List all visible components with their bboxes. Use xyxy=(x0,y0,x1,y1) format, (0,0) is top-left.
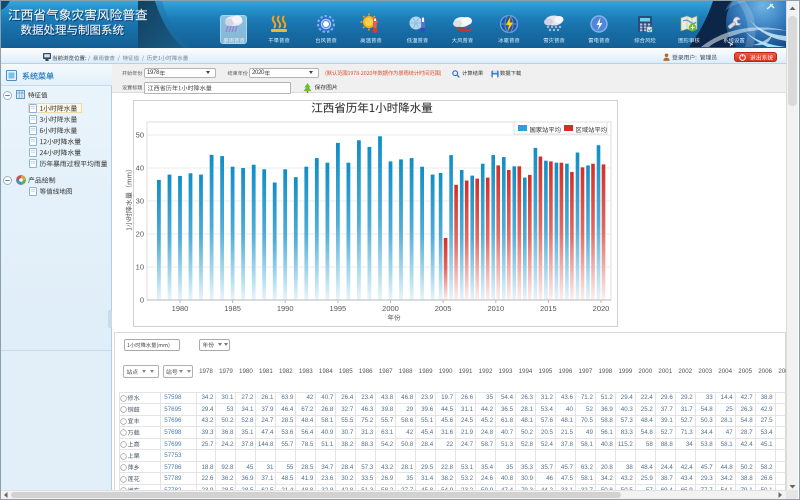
svg-text:50: 50 xyxy=(136,131,144,140)
svg-text:2015: 2015 xyxy=(540,304,557,313)
svg-text:20: 20 xyxy=(136,230,144,239)
svg-text:1985: 1985 xyxy=(224,304,241,313)
svg-text:2000: 2000 xyxy=(382,304,399,313)
svg-text:2020: 2020 xyxy=(593,304,610,313)
svg-text:10: 10 xyxy=(136,263,144,272)
svg-text:1980: 1980 xyxy=(172,304,189,313)
svg-text:2010: 2010 xyxy=(487,304,504,313)
svg-text:1990: 1990 xyxy=(277,304,294,313)
svg-text:1995: 1995 xyxy=(330,304,347,313)
svg-text:40: 40 xyxy=(136,164,144,173)
svg-text:2005: 2005 xyxy=(435,304,452,313)
svg-text:0: 0 xyxy=(140,296,144,305)
svg-text:30: 30 xyxy=(136,197,144,206)
